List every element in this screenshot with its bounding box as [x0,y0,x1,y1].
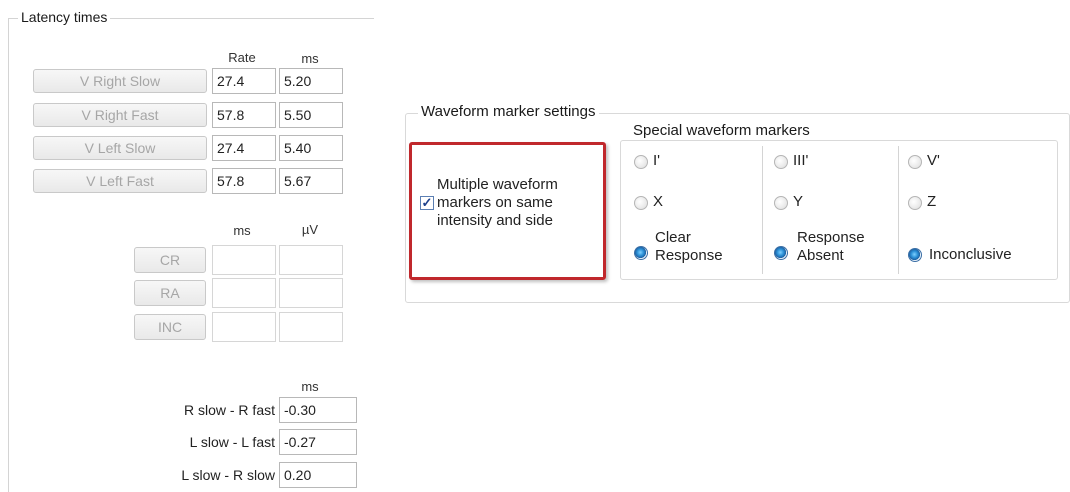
radio-inconclusive[interactable] [908,248,922,262]
radio-z-label: Z [927,193,937,210]
col-header-ms: ms [301,51,319,66]
r-slow-r-fast-label: R slow - R fast [183,402,275,418]
inc-ms[interactable] [212,312,276,342]
v-right-slow-rate[interactable]: 27.4 [212,68,276,94]
v-right-slow-button[interactable]: V Right Slow [33,69,207,93]
col-header-diff-ms: ms [301,379,319,394]
inc-button[interactable]: INC [134,314,206,340]
ra-button[interactable]: RA [134,280,206,306]
inc-uv[interactable] [279,312,343,342]
special-markers-divider-1 [762,146,763,274]
radio-response-absent[interactable] [774,246,788,260]
r-slow-r-fast-value[interactable]: -0.30 [279,397,357,423]
latency-times-title: Latency times [18,9,111,25]
v-right-fast-ms[interactable]: 5.50 [279,102,343,128]
radio-clear-response-label: Clear Response [655,229,723,264]
cr-button[interactable]: CR [134,247,206,273]
special-markers-divider-2 [898,146,899,274]
radio-iii-prime[interactable] [774,155,788,169]
ra-uv[interactable] [279,278,343,308]
v-left-fast-ms[interactable]: 5.67 [279,168,343,194]
col-header-marker-ms: ms [233,223,251,238]
v-left-slow-ms[interactable]: 5.40 [279,135,343,161]
radio-iii-prime-label: III' [793,152,809,169]
waveform-marker-settings-title: Waveform marker settings [418,103,599,120]
radio-inconclusive-label: Inconclusive [929,246,1012,263]
special-markers-title: Special waveform markers [630,122,813,139]
v-right-fast-button[interactable]: V Right Fast [33,103,207,127]
col-header-rate: Rate [228,50,256,65]
radio-i-prime-label: I' [653,152,661,169]
group-border-left [8,18,9,492]
l-slow-l-fast-value[interactable]: -0.27 [279,429,357,455]
radio-v-prime-label: V' [927,152,940,169]
cr-ms[interactable] [212,245,276,275]
multiple-markers-checkbox[interactable]: ✓ [420,196,434,210]
v-right-fast-rate[interactable]: 57.8 [212,102,276,128]
radio-response-absent-label: Response Absent [797,229,865,264]
col-header-marker-uv: µV [301,222,319,237]
v-left-fast-button[interactable]: V Left Fast [33,169,207,193]
l-slow-r-slow-label: L slow - R slow [181,467,275,483]
radio-y-label: Y [793,193,804,210]
l-slow-r-slow-value[interactable]: 0.20 [279,462,357,488]
l-slow-l-fast-label: L slow - L fast [189,434,275,450]
v-left-fast-rate[interactable]: 57.8 [212,168,276,194]
cr-uv[interactable] [279,245,343,275]
ra-ms[interactable] [212,278,276,308]
multiple-markers-label: Multiple waveform markers on same intens… [437,176,558,229]
v-left-slow-button[interactable]: V Left Slow [33,136,207,160]
radio-x[interactable] [634,196,648,210]
radio-x-label: X [653,193,664,210]
v-left-slow-rate[interactable]: 27.4 [212,135,276,161]
radio-i-prime[interactable] [634,155,648,169]
radio-y[interactable] [774,196,788,210]
radio-clear-response[interactable] [634,246,648,260]
radio-v-prime[interactable] [908,155,922,169]
radio-z[interactable] [908,196,922,210]
v-right-slow-ms[interactable]: 5.20 [279,68,343,94]
